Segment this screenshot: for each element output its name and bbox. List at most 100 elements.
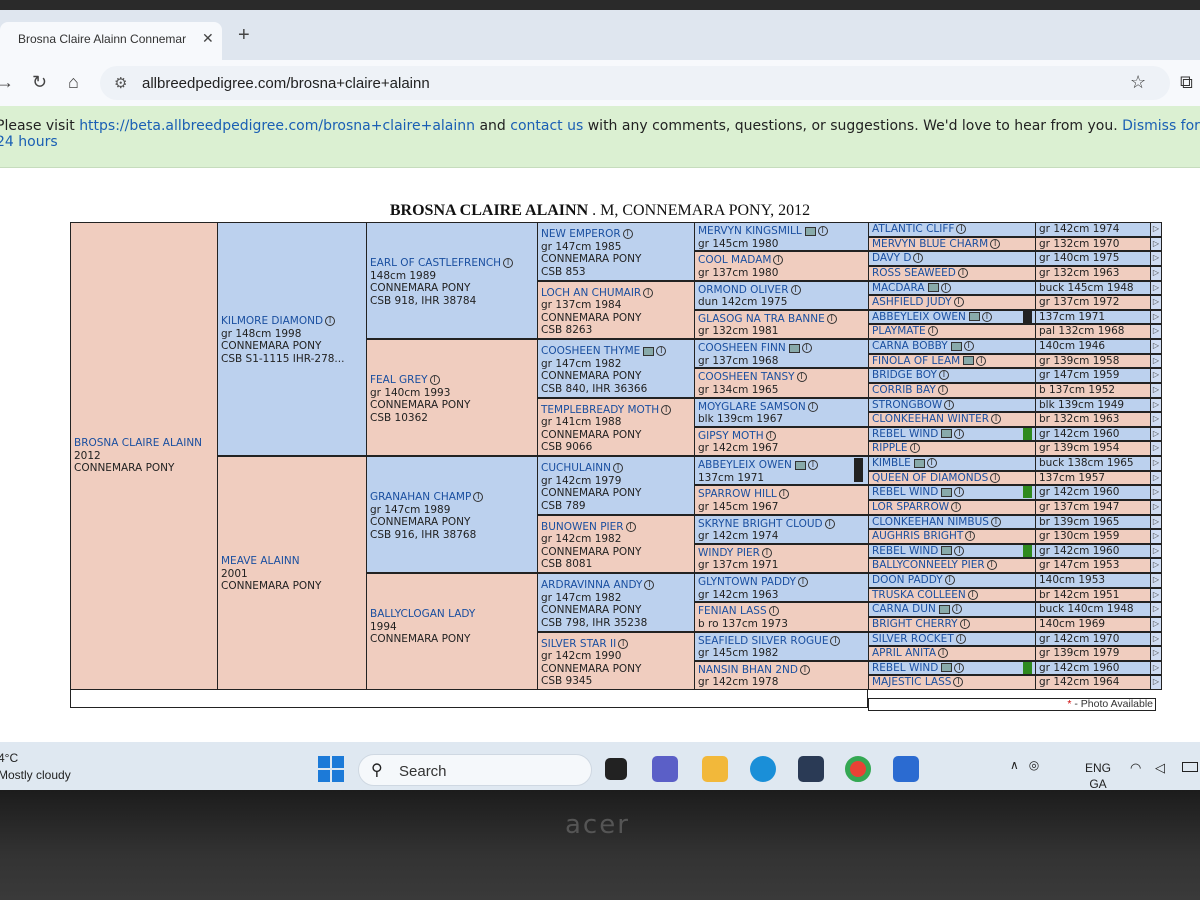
expand-arrow-icon[interactable]: ▷ xyxy=(1150,543,1162,559)
language-indicator[interactable]: ENG GA xyxy=(1085,760,1111,792)
horse-name-link[interactable]: REBEL WIND xyxy=(872,428,938,440)
camera-icon[interactable] xyxy=(941,546,953,556)
expand-arrow-icon[interactable]: ▷ xyxy=(1150,529,1162,544)
extensions-icon[interactable]: ⧉ xyxy=(1180,72,1193,93)
horse-name-link[interactable]: APRIL ANITA xyxy=(872,647,936,659)
info-icon[interactable]: i xyxy=(944,399,955,410)
url-text[interactable]: allbreedpedigree.com/brosna+claire+alain… xyxy=(142,75,430,92)
horse-name-link[interactable]: CLONKEEHAN NIMBUS xyxy=(872,516,989,528)
chrome-icon[interactable] xyxy=(845,756,871,782)
horse-name-link[interactable]: LOR SPARROW xyxy=(872,501,949,513)
horse-name-link[interactable]: ATLANTIC CLIFF xyxy=(872,223,954,235)
info-icon[interactable]: i xyxy=(913,253,924,264)
info-icon[interactable]: i xyxy=(773,255,784,266)
horse-name-link[interactable]: REBEL WIND xyxy=(872,486,938,498)
horse-name-link[interactable]: MERVYN KINGSMILL xyxy=(698,225,802,237)
horse-name-link[interactable]: ABBEYLEIX OWEN xyxy=(872,311,966,323)
info-icon[interactable]: i xyxy=(644,580,655,590)
reload-icon[interactable]: ↻ xyxy=(32,72,47,93)
info-icon[interactable]: i xyxy=(944,575,955,585)
info-icon[interactable]: i xyxy=(959,618,970,629)
expand-arrow-icon[interactable]: ▷ xyxy=(1150,339,1162,354)
horse-name-link[interactable]: SILVER ROCKET xyxy=(872,633,954,645)
info-icon[interactable]: i xyxy=(643,287,654,298)
horse-name-link[interactable]: FINOLA OF LEAM xyxy=(872,355,960,367)
star-icon[interactable]: ☆ xyxy=(1130,72,1146,93)
info-icon[interactable]: i xyxy=(954,662,965,673)
expand-arrow-icon[interactable]: ▷ xyxy=(1150,602,1162,617)
horse-name-link[interactable]: CORRIB BAY xyxy=(872,384,936,396)
horse-name-link[interactable]: MOYGLARE SAMSON xyxy=(698,401,806,413)
expand-arrow-icon[interactable]: ▷ xyxy=(1150,251,1162,266)
info-icon[interactable]: i xyxy=(826,313,837,324)
expand-arrow-icon[interactable]: ▷ xyxy=(1150,295,1162,310)
address-bar[interactable]: ⚙ allbreedpedigree.com/brosna+claire+ala… xyxy=(100,66,1170,100)
info-icon[interactable]: i xyxy=(473,492,484,502)
camera-icon[interactable] xyxy=(968,312,980,322)
expand-arrow-icon[interactable]: ▷ xyxy=(1150,558,1162,573)
horse-name-link[interactable]: NANSIN BHAN 2ND xyxy=(698,664,798,676)
expand-arrow-icon[interactable]: ▷ xyxy=(1150,485,1162,500)
expand-arrow-icon[interactable]: ▷ xyxy=(1150,309,1162,325)
expand-arrow-icon[interactable]: ▷ xyxy=(1150,280,1162,296)
camera-icon[interactable] xyxy=(963,356,975,366)
weather-widget[interactable]: 4°C Mostly cloudy xyxy=(0,750,71,784)
info-icon[interactable]: i xyxy=(990,472,1001,483)
expand-arrow-icon[interactable]: ▷ xyxy=(1150,646,1162,661)
horse-name-link[interactable]: LOCH AN CHUMAIR xyxy=(541,287,641,299)
camera-icon[interactable] xyxy=(643,346,655,356)
expand-arrow-icon[interactable]: ▷ xyxy=(1150,456,1162,471)
info-icon[interactable]: i xyxy=(429,375,440,385)
horse-name-link[interactable]: ASHFIELD JUDY xyxy=(872,296,952,308)
horse-name-link[interactable]: CLONKEEHAN WINTER xyxy=(872,413,989,425)
camera-icon[interactable] xyxy=(794,460,806,470)
horse-name-link[interactable]: MAJESTIC LASS xyxy=(872,676,951,688)
horse-name-link[interactable]: REBEL WIND xyxy=(872,545,938,557)
info-icon[interactable]: i xyxy=(622,229,633,239)
camera-icon[interactable] xyxy=(941,487,953,497)
expand-arrow-icon[interactable]: ▷ xyxy=(1150,573,1162,588)
horse-name-link[interactable]: SPARROW HILL xyxy=(698,488,777,500)
close-icon[interactable]: ✕ xyxy=(202,30,214,47)
info-icon[interactable]: i xyxy=(799,664,810,675)
horse-name-link[interactable]: GLYNTOWN PADDY xyxy=(698,576,796,588)
battery-icon[interactable] xyxy=(1182,762,1198,772)
task-view-icon[interactable] xyxy=(605,758,627,780)
info-icon[interactable]: i xyxy=(956,224,967,234)
expand-arrow-icon[interactable]: ▷ xyxy=(1150,426,1162,442)
horse-name-link[interactable]: GLASOG NA TRA BANNE xyxy=(698,313,825,325)
horse-name-link[interactable]: QUEEN OF DIAMONDS xyxy=(872,472,988,484)
horse-name-link[interactable]: STRONGBOW xyxy=(872,399,942,411)
info-icon[interactable]: i xyxy=(967,589,978,600)
expand-arrow-icon[interactable]: ▷ xyxy=(1150,631,1162,647)
horse-name-link[interactable]: SEAFIELD SILVER ROGUE xyxy=(698,635,828,647)
expand-arrow-icon[interactable]: ▷ xyxy=(1150,222,1162,237)
horse-name-link[interactable]: COOSHEEN TANSY xyxy=(698,371,795,383)
horse-name-link[interactable]: SILVER STAR II xyxy=(541,638,616,650)
expand-arrow-icon[interactable]: ▷ xyxy=(1150,368,1162,383)
expand-arrow-icon[interactable]: ▷ xyxy=(1150,441,1162,456)
camera-icon[interactable] xyxy=(941,429,953,439)
horse-name-link[interactable]: WINDY PIER xyxy=(698,547,760,559)
info-icon[interactable]: i xyxy=(981,311,992,322)
expand-arrow-icon[interactable]: ▷ xyxy=(1150,470,1162,486)
store-icon[interactable] xyxy=(798,756,824,782)
horse-name-link[interactable]: CARNA BOBBY xyxy=(872,340,948,352)
info-icon[interactable]: i xyxy=(796,372,807,383)
info-icon[interactable]: i xyxy=(937,384,948,395)
expand-arrow-icon[interactable]: ▷ xyxy=(1150,499,1162,515)
info-icon[interactable]: i xyxy=(963,341,974,351)
horse-name-link[interactable]: MEAVE ALAINN xyxy=(221,555,300,567)
info-icon[interactable]: i xyxy=(765,430,776,441)
new-tab-button[interactable]: + xyxy=(238,24,250,47)
horse-name-link[interactable]: CARNA DUN xyxy=(872,603,936,615)
horse-name-link[interactable]: GIPSY MOTH xyxy=(698,430,764,442)
info-icon[interactable]: i xyxy=(954,545,965,556)
expand-arrow-icon[interactable]: ▷ xyxy=(1150,324,1162,339)
expand-arrow-icon[interactable]: ▷ xyxy=(1150,412,1162,427)
horse-name-link[interactable]: SKRYNE BRIGHT CLOUD xyxy=(698,518,823,530)
expand-arrow-icon[interactable]: ▷ xyxy=(1150,236,1162,252)
info-icon[interactable]: i xyxy=(957,267,968,278)
back-icon[interactable]: → xyxy=(0,72,14,93)
horse-name-link[interactable]: ROSS SEAWEED xyxy=(872,267,956,279)
